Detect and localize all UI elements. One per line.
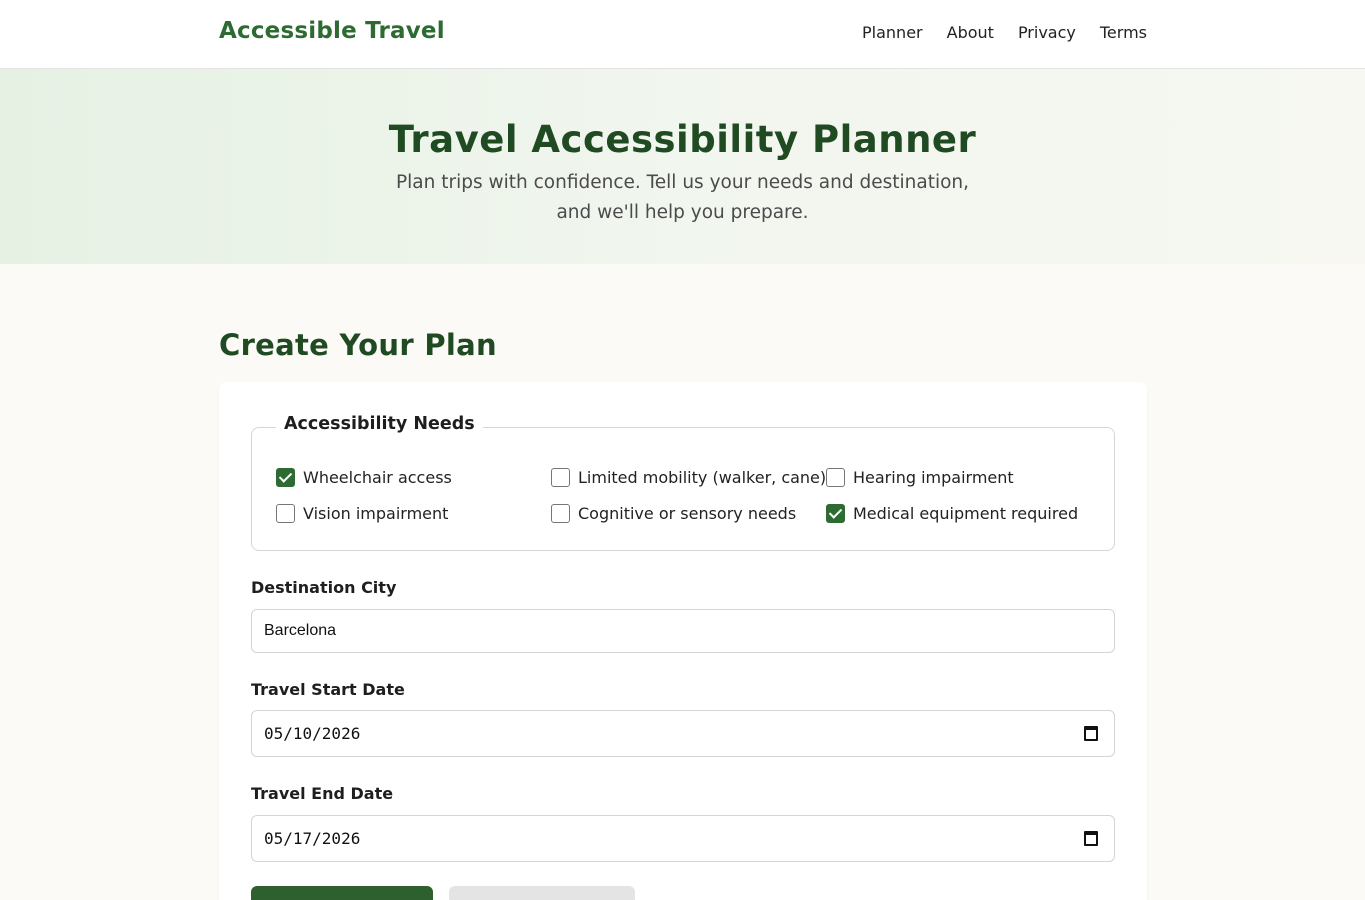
nav-link-privacy[interactable]: Privacy [1018,23,1076,42]
hero-subtitle-line-1: Plan trips with confidence. Tell us your… [395,172,970,193]
start-date-label: Travel Start Date [251,680,405,699]
hero-title: Travel Accessibility Planner [388,118,977,161]
checkbox-box[interactable] [276,468,295,487]
checkbox-medical-equipment[interactable]: Medical equipment required [826,504,1078,523]
checkbox-label: Wheelchair access [303,468,452,487]
end-date-value: 05/17/2026 [264,829,361,848]
destination-value: Barcelona [264,622,337,639]
checkbox-label: Medical equipment required [853,504,1079,523]
primary-button[interactable] [251,886,433,900]
nav-link-about[interactable]: About [947,23,994,42]
checkbox-box[interactable] [826,468,845,487]
top-navbar: Accessible Travel Planner About Privacy … [0,0,1365,69]
checkbox-limited-mobility[interactable]: Limited mobility (walker, cane) [551,468,826,487]
calendar-icon[interactable] [1084,831,1098,846]
brand-logo[interactable]: Accessible Travel [219,18,445,44]
checkbox-box[interactable] [826,504,845,523]
checkbox-vision-impairment[interactable]: Vision impairment [276,504,448,523]
accessibility-needs-legend: Accessibility Needs [276,414,483,434]
destination-input[interactable]: Barcelona [251,609,1115,653]
checkbox-cognitive-sensory[interactable]: Cognitive or sensory needs [551,504,796,523]
checkbox-hearing-impairment[interactable]: Hearing impairment [826,468,1014,487]
hero-subtitle: Plan trips with confidence. Tell us your… [0,168,1365,228]
checkbox-label: Cognitive or sensory needs [578,504,797,523]
end-date-input[interactable]: 05/17/2026 [251,815,1115,862]
secondary-button[interactable] [449,886,635,900]
checkbox-wheelchair-access[interactable]: Wheelchair access [276,468,452,487]
hero-banner: Travel Accessibility Planner Plan trips … [0,69,1365,264]
nav-link-terms[interactable]: Terms [1100,23,1147,42]
start-date-input[interactable]: 05/10/2026 [251,710,1115,757]
plan-form-card: Accessibility Needs Wheelchair access Li… [219,382,1147,900]
nav-link-planner[interactable]: Planner [862,23,923,42]
checkbox-box[interactable] [551,468,570,487]
checkbox-label: Hearing impairment [853,468,1014,487]
checkbox-box[interactable] [276,504,295,523]
checkbox-label: Vision impairment [303,504,449,523]
destination-label: Destination City [251,578,397,597]
hero-subtitle-line-2: and we'll help you prepare. [556,202,809,223]
section-title: Create Your Plan [219,328,497,362]
end-date-label: Travel End Date [251,784,394,803]
accessibility-needs-fieldset: Accessibility Needs Wheelchair access Li… [251,414,1115,551]
start-date-value: 05/10/2026 [264,724,361,743]
nav-links: Planner About Privacy Terms [862,23,1147,42]
checkbox-label: Limited mobility (walker, cane) [578,468,827,487]
calendar-icon[interactable] [1084,726,1098,741]
checkbox-box[interactable] [551,504,570,523]
